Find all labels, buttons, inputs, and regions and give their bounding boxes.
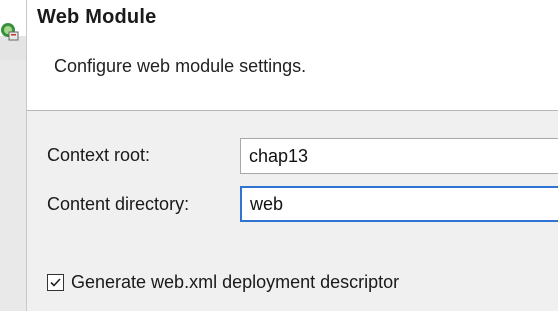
generate-descriptor-label: Generate web.xml deployment descriptor bbox=[71, 272, 400, 292]
header-banner: Web Module Configure web module settings… bbox=[27, 0, 558, 111]
page-title: Web Module bbox=[37, 6, 157, 28]
web-module-dialog: Web Module Configure web module settings… bbox=[26, 0, 558, 311]
web-module-wizard-icon bbox=[1, 23, 19, 41]
content-directory-input[interactable] bbox=[240, 186, 558, 222]
context-root-label: Context root: bbox=[47, 145, 151, 165]
generate-descriptor-checkbox[interactable] bbox=[47, 274, 64, 291]
checkmark-icon bbox=[50, 278, 61, 287]
generate-descriptor-option[interactable]: Generate web.xml deployment descriptor bbox=[47, 272, 399, 293]
parent-window-strip bbox=[0, 0, 26, 311]
content-directory-label: Content directory: bbox=[47, 194, 190, 214]
context-root-input[interactable] bbox=[240, 138, 558, 174]
page-description: Configure web module settings. bbox=[54, 56, 307, 76]
